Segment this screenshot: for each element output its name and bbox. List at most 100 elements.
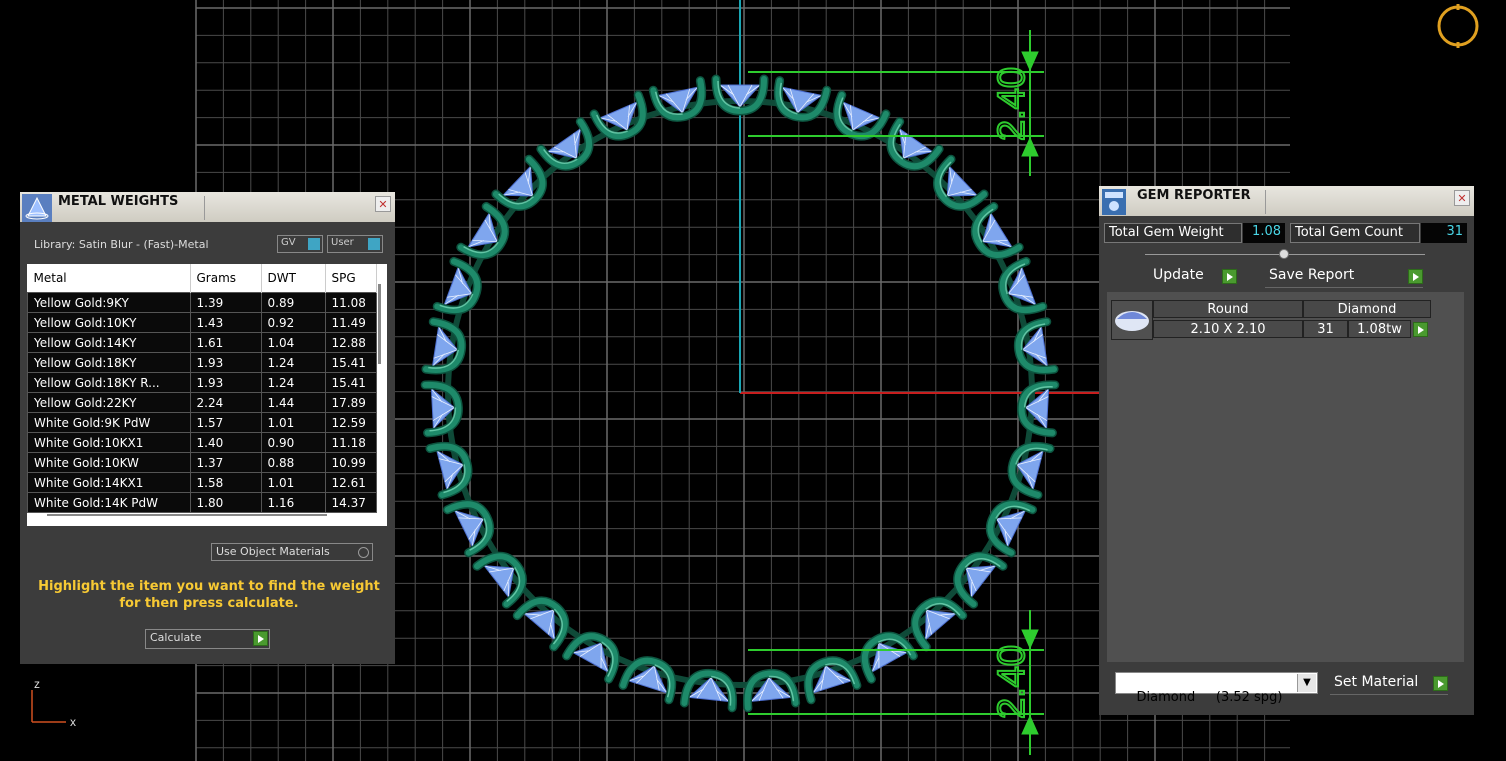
table-cell: Yellow Gold:22KY — [27, 392, 191, 413]
table-cell: 1.16 — [260, 492, 326, 513]
table-cell: Yellow Gold:14KY — [27, 332, 191, 353]
gem-detail-arrow-icon[interactable] — [1413, 322, 1428, 337]
table-cell: 1.01 — [260, 472, 326, 493]
library-label: Library: Satin Blur - (Fast)-Metal — [34, 238, 209, 251]
close-icon[interactable]: ✕ — [375, 196, 391, 212]
table-cell: 1.04 — [260, 332, 326, 353]
total-gem-count-value: 31 — [1421, 223, 1467, 243]
table-cell: 1.43 — [189, 312, 262, 333]
use-object-materials-label: Use Object Materials — [216, 545, 330, 558]
column-header[interactable]: Grams — [190, 264, 262, 293]
table-cell: 1.80 — [189, 492, 262, 513]
gem-reporter-title: GEM REPORTER — [1137, 188, 1251, 203]
table-cell: Yellow Gold:18KY — [27, 352, 191, 373]
table-cell: 0.89 — [260, 292, 326, 313]
table-row[interactable]: Yellow Gold:9KY 1.39 0.89 11.08 — [27, 292, 377, 313]
calculate-button[interactable]: Calculate — [145, 629, 270, 649]
gem-setting[interactable] — [425, 440, 473, 500]
axis-gizmo: z x — [31, 677, 76, 729]
table-cell: 1.39 — [189, 292, 262, 313]
table-cell: 1.40 — [189, 432, 262, 453]
horizontal-scrollbar[interactable] — [47, 514, 327, 516]
table-row[interactable]: Yellow Gold:10KY 1.43 0.92 11.49 — [27, 312, 377, 333]
table-cell: White Gold:10KW — [27, 452, 191, 473]
table-row[interactable]: Yellow Gold:14KY 1.61 1.04 12.88 — [27, 332, 377, 353]
radio-icon — [358, 547, 369, 558]
gem-material-header: Diamond — [1303, 300, 1431, 318]
table-row[interactable]: Yellow Gold:18KY 1.93 1.24 15.41 — [27, 352, 377, 373]
metal-weights-title: METAL WEIGHTS — [58, 194, 179, 209]
table-row[interactable]: White Gold:14KX1 1.58 1.01 12.61 — [27, 472, 377, 493]
gem-setting[interactable] — [1017, 380, 1060, 438]
gem-setting[interactable] — [679, 668, 737, 713]
metal-weights-titlebar[interactable]: METAL WEIGHTS ✕ — [20, 192, 395, 222]
metal-table[interactable]: Metal Grams DWT SPG Yellow Gold:9KY 1.39 0.89… — [27, 264, 387, 526]
metal-weights-panel: METAL WEIGHTS ✕ Library: Satin Blur - (F… — [20, 192, 395, 664]
table-cell: White Gold:14KX1 — [27, 472, 191, 493]
table-cell: 2.24 — [189, 392, 262, 413]
round-gem-icon — [1111, 300, 1153, 340]
table-row[interactable]: White Gold:9K PdW 1.57 1.01 12.59 — [27, 412, 377, 433]
column-header[interactable]: Metal — [27, 264, 191, 293]
axis-x-label: x — [70, 715, 76, 729]
table-cell: 12.88 — [324, 332, 377, 353]
save-report-label: Save Report — [1269, 267, 1355, 283]
table-cell: 10.99 — [324, 452, 377, 473]
gem-reporter-titlebar[interactable]: GEM REPORTER ✕ — [1099, 186, 1474, 216]
table-row[interactable]: White Gold:14K PdW 1.80 1.16 14.37 — [27, 492, 377, 513]
use-object-materials-button[interactable]: Use Object Materials — [211, 543, 373, 561]
play-arrow-icon — [1408, 269, 1423, 284]
table-cell: 1.37 — [189, 452, 262, 473]
table-cell: 15.41 — [324, 372, 377, 393]
vertical-scrollbar[interactable] — [378, 284, 381, 364]
total-gem-weight-value: 1.08 — [1243, 223, 1285, 243]
update-button[interactable]: Update — [1153, 267, 1237, 287]
table-cell: 11.49 — [324, 312, 377, 333]
calculate-label: Calculate — [150, 631, 202, 644]
total-gem-count-label: Total Gem Count — [1290, 223, 1420, 243]
gem-reporter-app-icon — [1102, 189, 1126, 215]
table-row[interactable]: White Gold:10KW 1.37 0.88 10.99 — [27, 452, 377, 473]
user-toggle[interactable]: User — [327, 235, 383, 253]
table-cell: 1.93 — [189, 372, 262, 393]
gem-setting[interactable] — [1007, 440, 1055, 500]
save-report-button[interactable]: Save Report — [1265, 267, 1423, 288]
table-row[interactable]: Yellow Gold:18KY R... 1.93 1.24 15.41 — [27, 372, 377, 393]
table-cell: 0.92 — [260, 312, 326, 333]
gem-list[interactable]: Round Diamond 2.10 X 2.10 31 1.08tw — [1107, 292, 1464, 662]
table-cell: White Gold:9K PdW — [27, 412, 191, 433]
gem-count: 31 — [1303, 320, 1348, 338]
gem-setting[interactable] — [743, 668, 801, 713]
table-cell: 1.61 — [189, 332, 262, 353]
play-arrow-icon — [1433, 676, 1448, 691]
set-material-button[interactable]: Set Material — [1330, 674, 1448, 695]
table-cell: White Gold:14K PdW — [27, 492, 191, 513]
splitter-handle[interactable] — [1145, 249, 1425, 259]
material-select[interactable]: Diamond (3.52 spg) ▼ — [1115, 672, 1318, 705]
gem-setting[interactable] — [536, 117, 599, 176]
titlebar-divider — [204, 196, 205, 220]
gv-toggle[interactable]: GV — [277, 235, 323, 253]
table-cell: Yellow Gold:9KY — [27, 292, 191, 313]
gem-shape-header: Round — [1153, 300, 1303, 318]
user-label: User — [331, 237, 354, 248]
table-cell: 1.93 — [189, 352, 262, 373]
table-cell: Yellow Gold:10KY — [27, 312, 191, 333]
close-icon[interactable]: ✕ — [1454, 190, 1470, 206]
table-row[interactable]: Yellow Gold:22KY 2.24 1.44 17.89 — [27, 392, 377, 413]
gem-setting[interactable] — [1013, 317, 1059, 375]
view-navigator-icon[interactable] — [1437, 4, 1479, 48]
gem-setting[interactable] — [881, 117, 944, 176]
gem-setting[interactable] — [773, 76, 832, 122]
set-material-label: Set Material — [1334, 674, 1419, 690]
axis-z-label: z — [34, 677, 40, 691]
column-header[interactable]: SPG — [325, 264, 377, 293]
table-row[interactable]: White Gold:10KX1 1.40 0.90 11.18 — [27, 432, 377, 453]
table-cell: 1.24 — [260, 352, 326, 373]
table-cell: Yellow Gold:18KY R... — [27, 372, 191, 393]
gem-setting[interactable] — [421, 317, 467, 375]
gv-label: GV — [281, 237, 296, 248]
gem-setting[interactable] — [491, 154, 552, 216]
gem-size: 2.10 X 2.10 — [1153, 320, 1303, 338]
column-header[interactable]: DWT — [261, 264, 326, 293]
